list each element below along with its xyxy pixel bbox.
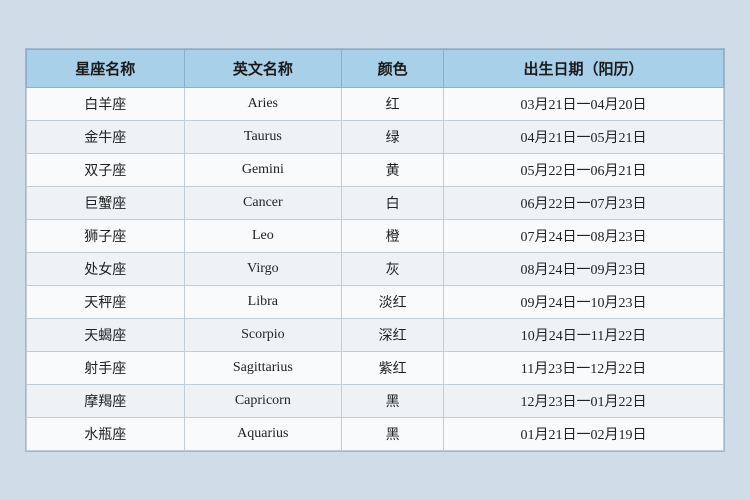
table-cell-2: 黑 <box>342 385 444 418</box>
table-row: 天蝎座Scorpio深红10月24日一11月22日 <box>27 319 724 352</box>
table-cell-0: 双子座 <box>27 154 185 187</box>
table-body: 白羊座Aries红03月21日一04月20日金牛座Taurus绿04月21日一0… <box>27 88 724 451</box>
table-row: 水瓶座Aquarius黑01月21日一02月19日 <box>27 418 724 451</box>
table-cell-1: Sagittarius <box>184 352 342 385</box>
table-cell-2: 灰 <box>342 253 444 286</box>
table-cell-3: 06月22日一07月23日 <box>444 187 724 220</box>
table-cell-1: Leo <box>184 220 342 253</box>
table-cell-1: Libra <box>184 286 342 319</box>
table-cell-1: Cancer <box>184 187 342 220</box>
table-cell-3: 05月22日一06月21日 <box>444 154 724 187</box>
table-cell-0: 水瓶座 <box>27 418 185 451</box>
table-cell-3: 12月23日一01月22日 <box>444 385 724 418</box>
table-cell-1: Virgo <box>184 253 342 286</box>
table-cell-1: Capricorn <box>184 385 342 418</box>
table-row: 狮子座Leo橙07月24日一08月23日 <box>27 220 724 253</box>
table-cell-2: 黑 <box>342 418 444 451</box>
table-cell-0: 天蝎座 <box>27 319 185 352</box>
table-cell-2: 黄 <box>342 154 444 187</box>
table-cell-2: 深红 <box>342 319 444 352</box>
table-cell-1: Aquarius <box>184 418 342 451</box>
table-cell-0: 金牛座 <box>27 121 185 154</box>
table-cell-2: 橙 <box>342 220 444 253</box>
table-cell-0: 摩羯座 <box>27 385 185 418</box>
col-header-dates: 出生日期（阳历） <box>444 50 724 88</box>
table-cell-0: 巨蟹座 <box>27 187 185 220</box>
table-row: 金牛座Taurus绿04月21日一05月21日 <box>27 121 724 154</box>
table-cell-2: 红 <box>342 88 444 121</box>
table-cell-3: 03月21日一04月20日 <box>444 88 724 121</box>
table-cell-1: Gemini <box>184 154 342 187</box>
table-cell-3: 09月24日一10月23日 <box>444 286 724 319</box>
table-row: 射手座Sagittarius紫红11月23日一12月22日 <box>27 352 724 385</box>
table-cell-3: 10月24日一11月22日 <box>444 319 724 352</box>
table-cell-0: 白羊座 <box>27 88 185 121</box>
table-cell-3: 01月21日一02月19日 <box>444 418 724 451</box>
zodiac-table: 星座名称 英文名称 颜色 出生日期（阳历） 白羊座Aries红03月21日一04… <box>26 49 724 451</box>
table-cell-1: Taurus <box>184 121 342 154</box>
table-cell-3: 07月24日一08月23日 <box>444 220 724 253</box>
table-cell-3: 04月21日一05月21日 <box>444 121 724 154</box>
table-header-row: 星座名称 英文名称 颜色 出生日期（阳历） <box>27 50 724 88</box>
table-cell-0: 射手座 <box>27 352 185 385</box>
table-cell-2: 淡红 <box>342 286 444 319</box>
table-row: 处女座Virgo灰08月24日一09月23日 <box>27 253 724 286</box>
table-cell-0: 天秤座 <box>27 286 185 319</box>
zodiac-table-container: 星座名称 英文名称 颜色 出生日期（阳历） 白羊座Aries红03月21日一04… <box>25 48 725 452</box>
table-cell-2: 白 <box>342 187 444 220</box>
table-row: 巨蟹座Cancer白06月22日一07月23日 <box>27 187 724 220</box>
table-cell-3: 08月24日一09月23日 <box>444 253 724 286</box>
table-cell-0: 处女座 <box>27 253 185 286</box>
table-cell-2: 紫红 <box>342 352 444 385</box>
col-header-english: 英文名称 <box>184 50 342 88</box>
table-cell-1: Aries <box>184 88 342 121</box>
table-cell-0: 狮子座 <box>27 220 185 253</box>
table-row: 白羊座Aries红03月21日一04月20日 <box>27 88 724 121</box>
table-row: 双子座Gemini黄05月22日一06月21日 <box>27 154 724 187</box>
col-header-color: 颜色 <box>342 50 444 88</box>
table-row: 摩羯座Capricorn黑12月23日一01月22日 <box>27 385 724 418</box>
col-header-chinese: 星座名称 <box>27 50 185 88</box>
table-cell-1: Scorpio <box>184 319 342 352</box>
table-cell-3: 11月23日一12月22日 <box>444 352 724 385</box>
table-cell-2: 绿 <box>342 121 444 154</box>
table-row: 天秤座Libra淡红09月24日一10月23日 <box>27 286 724 319</box>
